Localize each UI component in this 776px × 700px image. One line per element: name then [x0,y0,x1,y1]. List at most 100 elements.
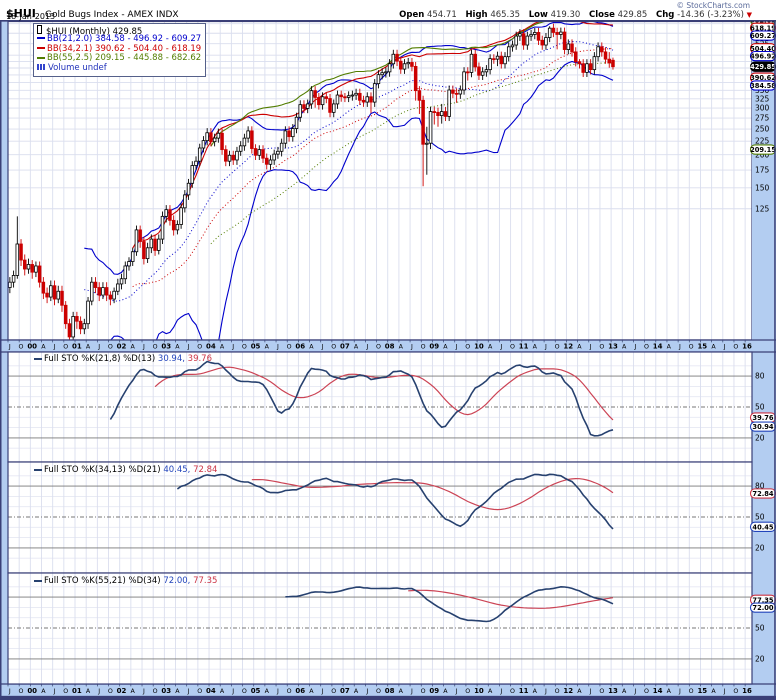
svg-text:15: 15 [697,687,707,695]
svg-text:J: J [97,688,100,695]
svg-text:50: 50 [755,403,765,412]
svg-text:20: 20 [755,655,765,664]
svg-text:O: O [689,688,694,695]
svg-text:O: O [19,344,24,351]
svg-text:J: J [410,344,413,351]
svg-text:A: A [622,688,627,695]
page-title: Gold Bugs Index - AMEX INDX [45,10,179,20]
svg-text:14: 14 [653,687,663,695]
stoch-panel-1: 80502039.7630.94 [8,352,776,462]
svg-text:O: O [733,688,738,695]
down-arrow-icon: ▼ [747,11,752,19]
svg-text:09: 09 [429,343,439,351]
panel3-label: Full STO %K(55,21) %D(34) 72.00, 77.35 [34,576,217,586]
panel2-k-value: 40.45, [163,465,190,475]
svg-text:20: 20 [755,544,765,553]
svg-text:O: O [599,688,604,695]
svg-text:J: J [321,344,324,351]
svg-text:A: A [443,688,448,695]
panel3-k-value: 72.00, [163,576,190,586]
svg-text:A: A [265,344,270,351]
svg-text:01: 01 [72,687,82,695]
svg-text:00: 00 [27,687,37,695]
price-label: 72.00 [751,603,776,612]
svg-text:O: O [331,344,336,351]
svg-text:A: A [488,688,493,695]
open-label: Open [399,10,424,20]
svg-text:O: O [287,344,292,351]
line-sample-icon [34,580,42,582]
svg-text:O: O [421,344,426,351]
stockcharts-chart-page: 5755254753503253002752502252001751501256… [0,0,776,700]
svg-text:A: A [577,344,582,351]
svg-text:300: 300 [755,104,770,113]
svg-text:08: 08 [385,687,395,695]
svg-text:J: J [53,344,56,351]
legend-bb34-text: BB(34,2.1) 390.62 - 504.40 - 618.19 [47,44,201,54]
svg-text:A: A [175,688,180,695]
svg-text:175: 175 [755,166,770,175]
svg-text:A: A [577,688,582,695]
svg-text:J: J [365,344,368,351]
price-label: 384.58 [750,81,776,90]
svg-text:07: 07 [340,687,350,695]
svg-text:A: A [667,344,672,351]
svg-text:A: A [533,344,538,351]
panel2-label: Full STO %K(34,13) %D(21) 40.45, 72.84 [34,465,217,475]
price-label: 72.84 [751,489,776,498]
svg-text:J: J [231,688,234,695]
svg-text:325: 325 [755,94,770,103]
chg-value: -14.36 (-3.23%) [677,10,744,20]
svg-text:03: 03 [161,687,171,695]
legend-volume-text: Volume undef [48,63,107,73]
svg-text:J: J [678,344,681,351]
svg-text:O: O [242,344,247,351]
svg-text:J: J [544,688,547,695]
svg-text:A: A [622,344,627,351]
stoch-panel-2: 80502072.8440.45 [8,462,776,573]
svg-text:J: J [633,688,636,695]
svg-text:J: J [365,688,368,695]
svg-text:O: O [599,344,604,351]
bottom-border [0,697,776,700]
svg-text:39.76: 39.76 [752,414,774,422]
svg-text:A: A [533,688,538,695]
svg-text:J: J [97,344,100,351]
chart-header: $HUI Gold Bugs Index - AMEX INDX 18-Jan-… [0,0,776,21]
svg-text:80: 80 [755,372,765,381]
svg-text:384.58: 384.58 [750,82,776,90]
svg-text:50: 50 [755,624,765,633]
svg-text:150: 150 [755,183,770,192]
svg-text:01: 01 [72,343,82,351]
price-label: 609.27 [750,31,776,40]
svg-text:J: J [589,688,592,695]
svg-text:O: O [153,344,158,351]
svg-text:609.27: 609.27 [750,32,776,40]
line-sample-icon [37,57,45,59]
chg-label: Chg [656,10,674,20]
svg-text:A: A [443,344,448,351]
svg-text:02: 02 [117,687,127,695]
svg-text:06: 06 [295,687,305,695]
svg-text:A: A [131,688,136,695]
svg-text:A: A [711,344,716,351]
svg-text:A: A [220,344,225,351]
svg-text:O: O [376,344,381,351]
svg-text:250: 250 [755,125,770,134]
svg-text:A: A [309,688,314,695]
close-label: Close [589,10,615,20]
svg-text:16: 16 [742,687,752,695]
line-sample-icon [34,469,42,471]
stoch-panel-3: 502077.3572.00 [8,573,776,684]
svg-text:O: O [376,688,381,695]
svg-text:10: 10 [474,343,484,351]
svg-text:11: 11 [519,343,529,351]
svg-text:14: 14 [653,343,663,351]
svg-text:125: 125 [755,204,770,213]
svg-text:O: O [510,344,515,351]
svg-text:J: J [187,344,190,351]
svg-text:72.00: 72.00 [752,604,774,612]
legend-bb21-text: BB(21,2.0) 384.58 - 496.92 - 609.27 [47,34,201,44]
price-label: 496.92 [750,52,776,61]
svg-text:O: O [555,688,560,695]
